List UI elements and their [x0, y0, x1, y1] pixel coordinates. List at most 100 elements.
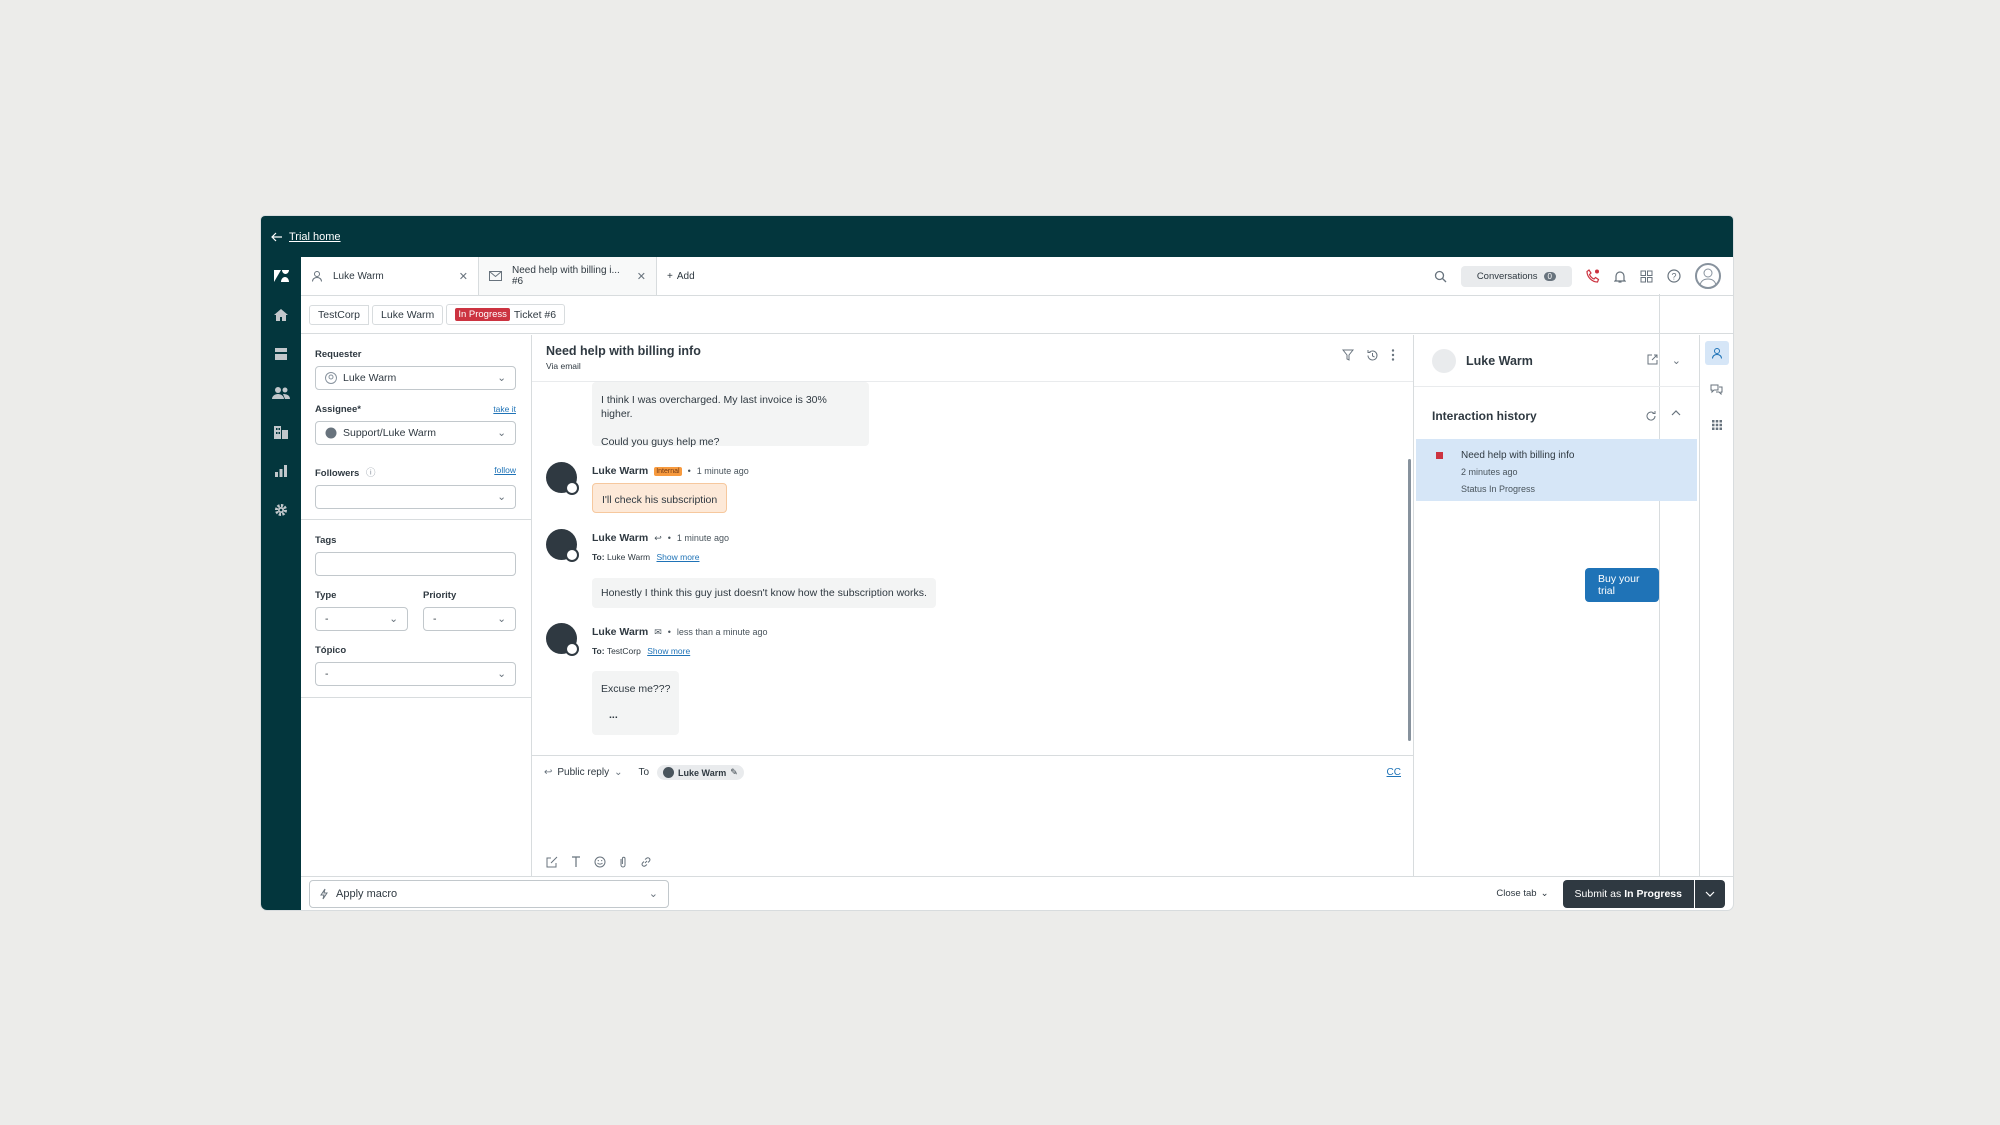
customer-context-icon[interactable] [1704, 341, 1729, 365]
trial-home-link[interactable]: Trial home [271, 231, 341, 243]
message-body: Excuse me??? ... [592, 671, 680, 735]
avatar [546, 623, 579, 656]
breadcrumb-organization[interactable]: TestCorp [309, 304, 370, 325]
reporting-icon[interactable] [272, 462, 290, 480]
close-tab-menu[interactable]: Close tab ⌄ [1496, 888, 1548, 899]
product-nav [261, 257, 301, 910]
message-time: 1 minute ago [696, 466, 749, 476]
conversations-button[interactable]: Conversations 0 [1460, 265, 1572, 287]
text-format-icon[interactable] [571, 856, 581, 868]
expand-quoted-button[interactable]: ... [609, 709, 670, 721]
thread-scrollbar[interactable] [1408, 459, 1411, 741]
follow-link[interactable]: follow [494, 465, 516, 479]
close-tab-icon[interactable]: ✕ [637, 270, 646, 283]
chevron-down-icon: ⌄ [389, 613, 398, 625]
tags-field: Tags [315, 535, 516, 576]
organizations-icon[interactable] [272, 423, 290, 441]
chevron-up-icon[interactable] [1671, 410, 1681, 422]
more-options-icon[interactable] [1391, 349, 1395, 362]
context-rail [1700, 335, 1733, 876]
context-panel: Luke Warm ⌄ Interaction history Need hel… [1414, 335, 1700, 876]
followers-field: Followers ⓘ follow ⌄ [315, 465, 516, 509]
customer-header: Luke Warm ⌄ [1414, 335, 1699, 387]
info-icon[interactable]: ⓘ [366, 468, 376, 479]
to-label: To [638, 767, 650, 778]
link-icon[interactable] [640, 856, 652, 868]
refresh-icon[interactable] [1645, 410, 1657, 422]
recipient-chip[interactable]: Luke Warm ✎ [657, 765, 744, 780]
close-tab-icon[interactable]: ✕ [459, 270, 468, 283]
ticket-footer: Apply macro ⌄ Close tab ⌄ Submit as In P… [301, 876, 1733, 910]
chevron-down-icon[interactable]: ⌄ [1672, 354, 1681, 367]
history-item-title: Need help with billing info [1461, 450, 1575, 461]
ticket-channel: Via email [546, 361, 581, 371]
submit-options-chevron-icon[interactable] [1695, 891, 1725, 897]
assignee-select[interactable]: Support/Luke Warm ⌄ [315, 421, 516, 445]
topico-select[interactable]: - ⌄ [315, 662, 516, 686]
customers-icon[interactable] [272, 384, 290, 402]
knowledge-icon[interactable] [1705, 377, 1729, 401]
priority-field: Priority - ⌄ [423, 590, 516, 631]
cc-link[interactable]: CC [1387, 767, 1401, 778]
emoji-icon[interactable] [594, 856, 606, 868]
profile-avatar[interactable] [1695, 263, 1721, 289]
tab-user-luke-warm[interactable]: Luke Warm ✕ [301, 257, 479, 295]
attachment-icon[interactable] [619, 856, 627, 868]
add-tab-button[interactable]: + Add [657, 257, 705, 295]
requester-select[interactable]: Luke Warm ⌄ [315, 366, 516, 390]
help-icon[interactable]: ? [1667, 269, 1681, 283]
type-field: Type - ⌄ [315, 590, 408, 631]
avatar [663, 767, 675, 778]
show-more-link[interactable]: Show more [656, 552, 699, 562]
message-thread: I think I was overcharged. My last invoi… [532, 382, 1413, 755]
apps-grid-icon[interactable] [1640, 270, 1653, 283]
history-item-time: 2 minutes ago [1461, 467, 1518, 477]
home-icon[interactable] [272, 306, 290, 324]
chevron-down-icon: ⌄ [497, 427, 506, 439]
breadcrumb-ticket[interactable]: In Progress Ticket #6 [446, 304, 566, 325]
phone-icon[interactable] [1586, 269, 1600, 283]
submit-button[interactable]: Submit as In Progress [1563, 879, 1695, 908]
tab-ticket-6[interactable]: Need help with billing i... #6 ✕ [479, 257, 657, 295]
composer-toolbar [546, 856, 652, 868]
message-author: Luke Warm ↩ • 1 minute ago [592, 532, 729, 544]
views-icon[interactable] [272, 345, 290, 363]
compose-edit-icon[interactable] [546, 856, 558, 868]
interaction-history-header: Interaction history [1414, 393, 1699, 439]
show-more-link[interactable]: Show more [647, 646, 690, 656]
search-icon[interactable] [1434, 270, 1447, 283]
tags-input[interactable] [315, 552, 516, 576]
message-recipients: To: TestCorp Show more [592, 646, 691, 656]
priority-select[interactable]: - ⌄ [423, 607, 516, 631]
filter-icon[interactable] [1342, 349, 1354, 362]
apps-icon[interactable] [1705, 413, 1729, 437]
zendesk-logo-icon[interactable] [272, 267, 290, 285]
avatar [1432, 348, 1456, 373]
bell-icon[interactable] [1614, 270, 1626, 283]
history-item[interactable]: Need help with billing info 2 minutes ag… [1416, 439, 1697, 501]
envelope-icon: ✉ [654, 626, 662, 637]
reply-mode-select[interactable]: ↩ Public reply ⌄ [544, 767, 622, 778]
pencil-icon[interactable]: ✎ [730, 767, 738, 778]
take-it-link[interactable]: take it [493, 404, 516, 415]
internal-badge: Internal [654, 466, 682, 476]
ticket-header: Need help with billing info Via email [532, 335, 1413, 382]
history-item-status: Status In Progress [1461, 484, 1536, 494]
breadcrumb: TestCorp Luke Warm In Progress Ticket #6 [301, 296, 1733, 334]
history-icon[interactable] [1366, 349, 1379, 362]
ticket-title: Need help with billing info [546, 344, 701, 358]
open-external-icon[interactable] [1647, 354, 1658, 367]
admin-gear-icon[interactable] [272, 501, 290, 519]
support-app-window: Trial home You have 13 days left in your… [261, 216, 1733, 910]
message-recipients: To: Luke Warm Show more [592, 552, 700, 562]
followers-select[interactable]: ⌄ [315, 485, 516, 509]
internal-note-body: I'll check his subscription [592, 483, 728, 513]
apply-macro-select[interactable]: Apply macro ⌄ [309, 879, 669, 908]
divider [301, 519, 531, 520]
breadcrumb-requester[interactable]: Luke Warm [372, 304, 444, 325]
chevron-down-icon: ⌄ [1540, 888, 1549, 899]
message-time: 1 minute ago [676, 533, 729, 543]
ticket-status-indicator [1436, 452, 1443, 459]
avatar [546, 529, 579, 562]
type-select[interactable]: - ⌄ [315, 607, 408, 631]
